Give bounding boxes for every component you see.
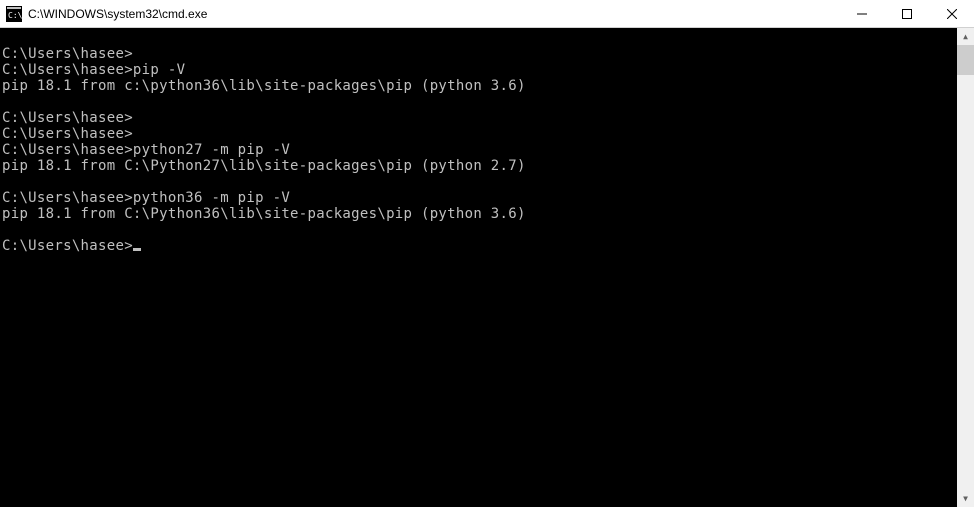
svg-text:C:\: C:\ <box>8 11 22 20</box>
cmd-icon: C:\ <box>6 6 22 22</box>
minimize-button[interactable] <box>839 0 884 27</box>
scrollbar-thumb[interactable] <box>957 45 974 75</box>
terminal-line: C:\Users\hasee> <box>2 46 957 62</box>
terminal-container: C:\Users\hasee>C:\Users\hasee>pip -Vpip … <box>0 28 974 507</box>
terminal-line: C:\Users\hasee>python27 -m pip -V <box>2 142 957 158</box>
terminal-line: pip 18.1 from c:\python36\lib\site-packa… <box>2 78 957 94</box>
terminal-line <box>2 222 957 238</box>
terminal-line <box>2 30 957 46</box>
scroll-up-arrow[interactable]: ▲ <box>957 28 974 45</box>
terminal-output[interactable]: C:\Users\hasee>C:\Users\hasee>pip -Vpip … <box>0 28 957 507</box>
close-button[interactable] <box>929 0 974 27</box>
terminal-line: C:\Users\hasee>python36 -m pip -V <box>2 190 957 206</box>
terminal-line: C:\Users\hasee> <box>2 126 957 142</box>
terminal-line: C:\Users\hasee> <box>2 110 957 126</box>
terminal-line <box>2 94 957 110</box>
vertical-scrollbar[interactable]: ▲ ▼ <box>957 28 974 507</box>
terminal-line: pip 18.1 from C:\Python36\lib\site-packa… <box>2 206 957 222</box>
window-controls <box>839 0 974 27</box>
terminal-line: pip 18.1 from C:\Python27\lib\site-packa… <box>2 158 957 174</box>
terminal-line: C:\Users\hasee>pip -V <box>2 62 957 78</box>
window-titlebar: C:\ C:\WINDOWS\system32\cmd.exe <box>0 0 974 28</box>
terminal-line <box>2 174 957 190</box>
cursor <box>133 248 141 251</box>
terminal-prompt-line[interactable]: C:\Users\hasee> <box>2 238 957 254</box>
maximize-button[interactable] <box>884 0 929 27</box>
scroll-down-arrow[interactable]: ▼ <box>957 490 974 507</box>
window-title: C:\WINDOWS\system32\cmd.exe <box>28 7 839 21</box>
